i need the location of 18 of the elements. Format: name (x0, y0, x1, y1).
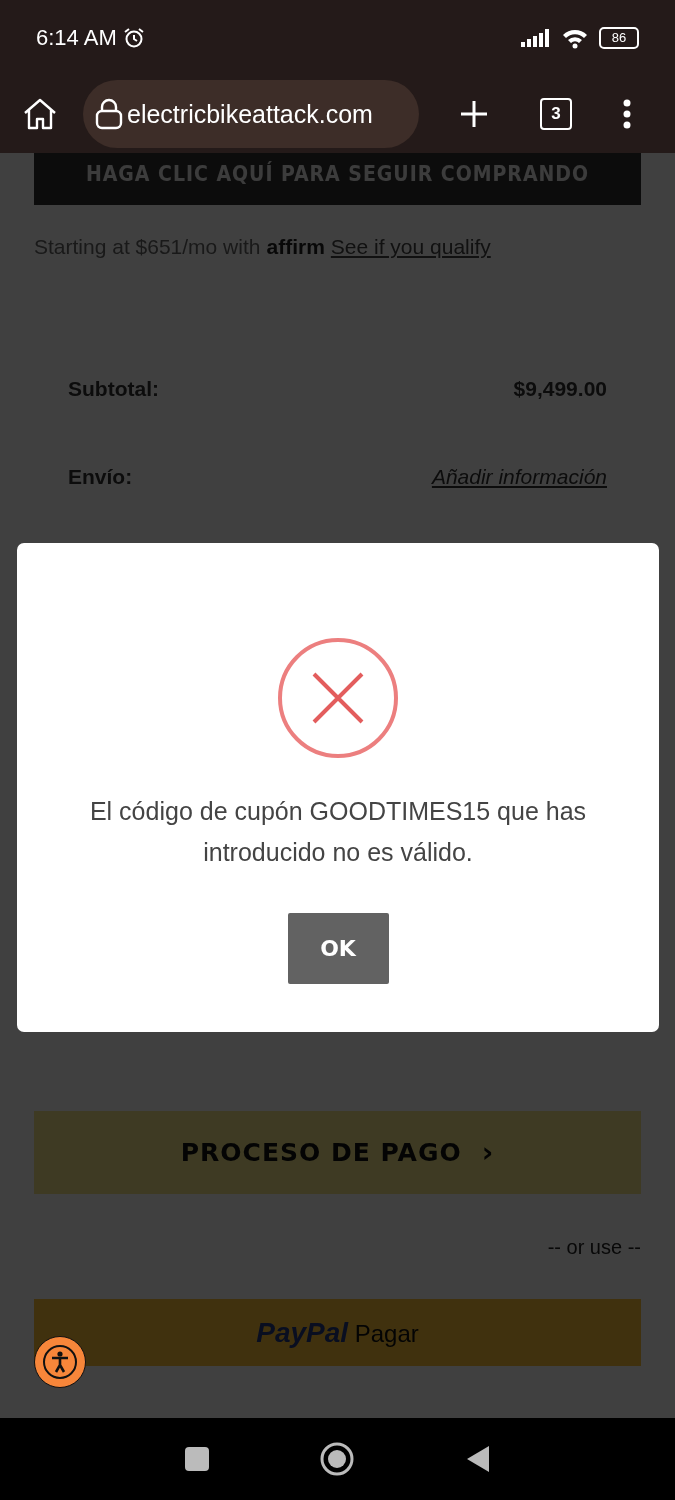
lock-icon (95, 98, 123, 130)
signal-icon (521, 28, 551, 47)
battery-icon: 86 (599, 26, 639, 49)
error-message: El código de cupón GOODTIMES15 que has introducido no es válido. (88, 796, 588, 868)
home-icon[interactable] (22, 97, 58, 131)
home-button[interactable] (318, 1441, 355, 1477)
alarm-clock-icon (122, 26, 145, 49)
error-icon (277, 637, 399, 759)
ok-button[interactable]: OK (287, 913, 389, 984)
recents-button[interactable] (184, 1447, 209, 1471)
affirm-logo: affirm (266, 235, 325, 259)
plus-icon[interactable] (459, 99, 489, 129)
clock-time: 6:14 AM (36, 24, 117, 51)
more-icon[interactable] (622, 99, 632, 129)
tab-count-button[interactable]: 3 (540, 98, 572, 130)
url-text: electricbikeattack.com (127, 99, 373, 129)
address-bar[interactable]: electricbikeattack.com (83, 80, 419, 148)
or-use-text: -- or use -- (547, 1236, 641, 1259)
